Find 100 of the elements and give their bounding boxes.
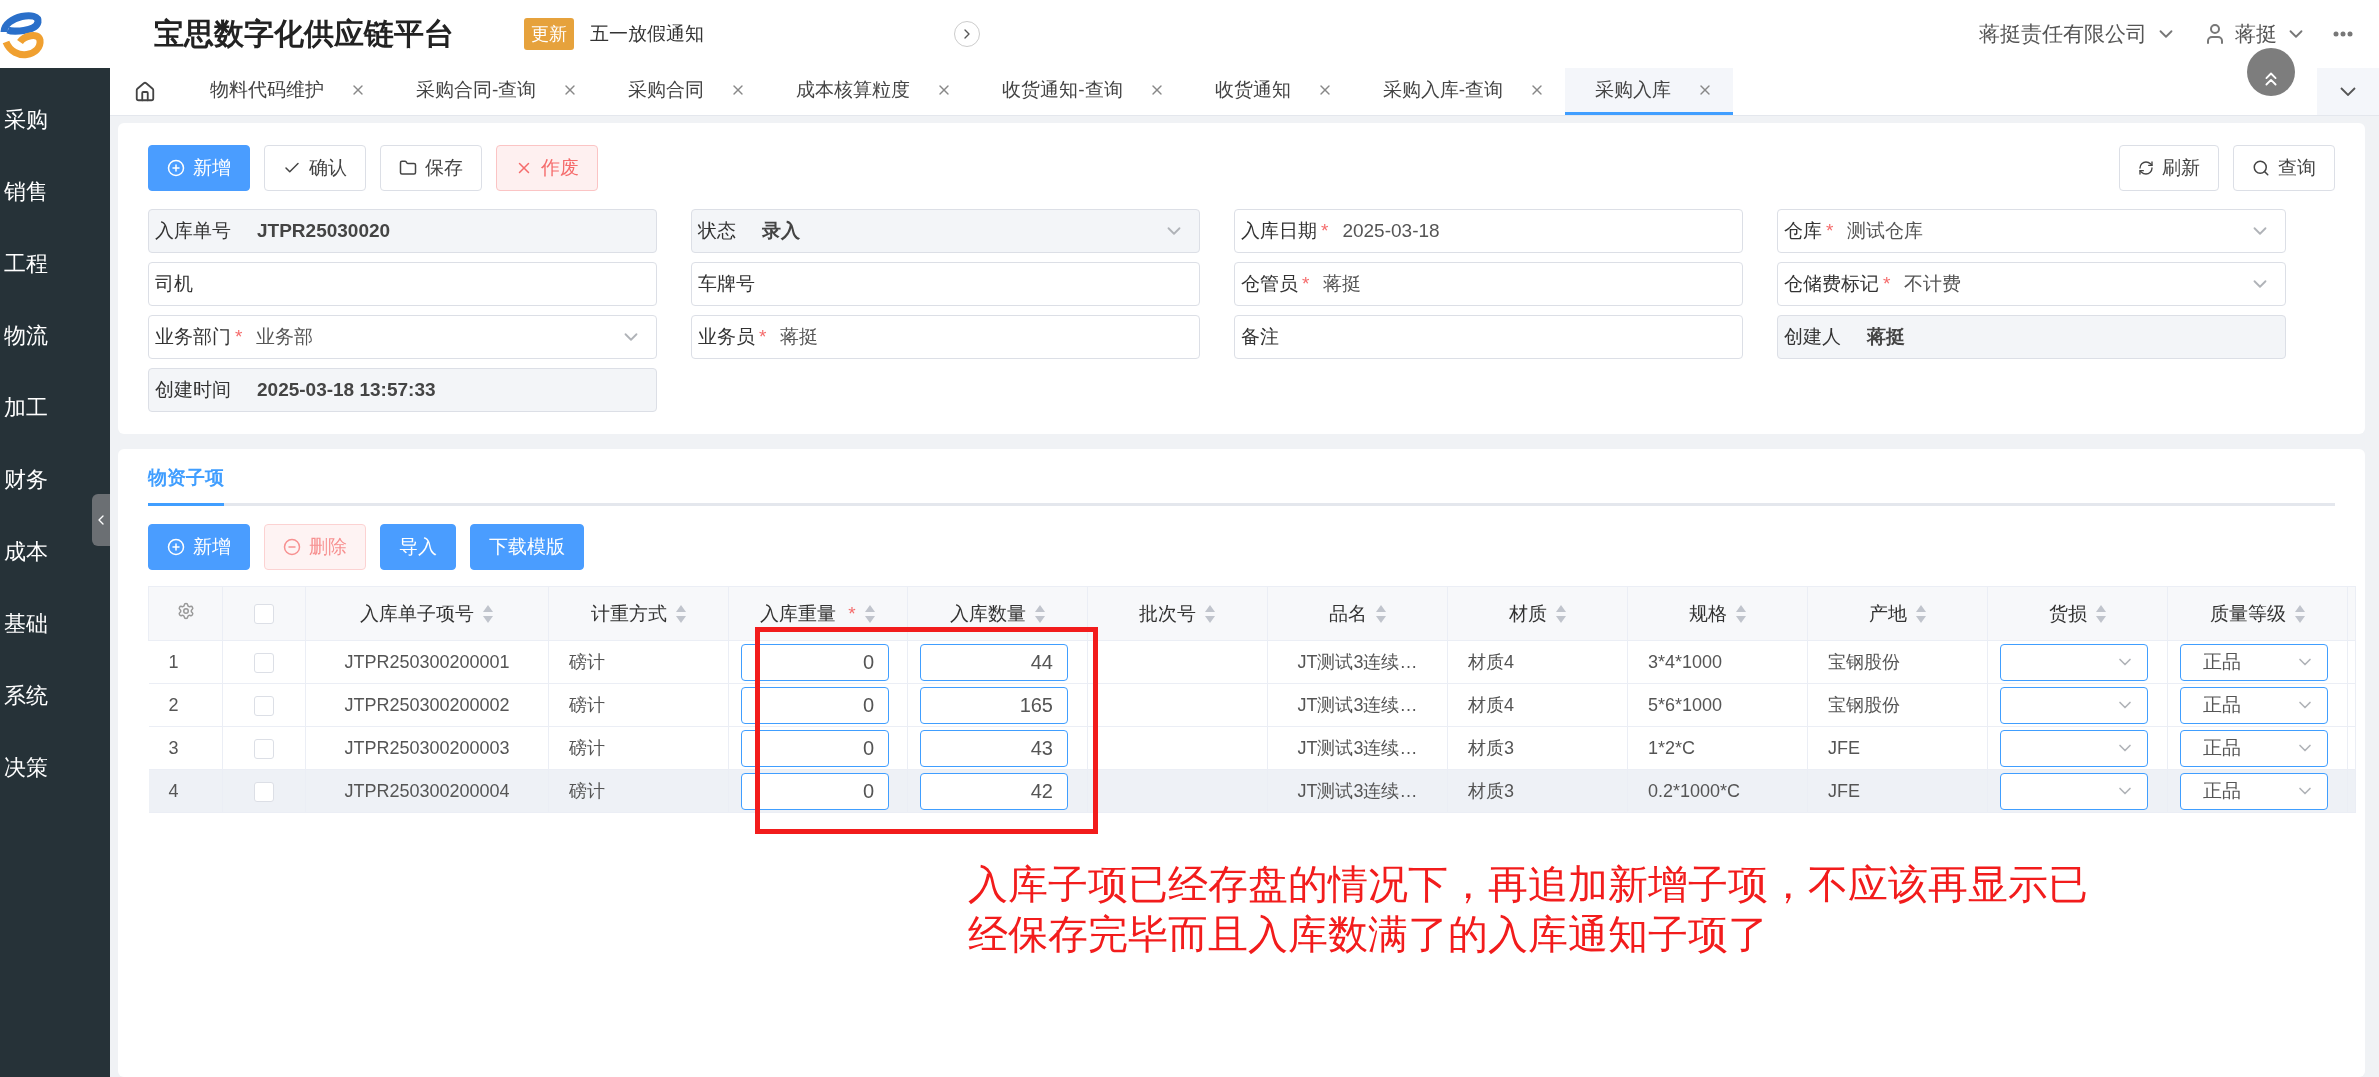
table-cell: JFE	[1828, 780, 1860, 801]
form-field[interactable]: 业务员 * 蒋挺	[691, 315, 1200, 359]
select-field[interactable]	[2000, 729, 2148, 767]
number-input[interactable]: 0	[741, 686, 889, 724]
select-field[interactable]: 正品	[2180, 729, 2328, 767]
table-cell: 材质3	[1468, 738, 1514, 758]
column-header: 入库单子项号	[360, 601, 474, 626]
sort-icon[interactable]	[482, 603, 494, 624]
sort-icon[interactable]	[2094, 603, 2107, 624]
select-field[interactable]: 正品	[2180, 772, 2328, 810]
checkbox[interactable]	[254, 652, 274, 673]
user-menu[interactable]: 蒋挺	[2203, 20, 2307, 48]
sidebar-item[interactable]: 财务	[0, 444, 48, 516]
table-cell: 1*2*C	[1648, 737, 1696, 758]
number-input[interactable]: 0	[741, 643, 889, 681]
sidebar-item[interactable]: 销售	[0, 156, 48, 228]
table-cell: JTPR250300200001	[344, 651, 510, 672]
table-cell: JTPR250300200002	[344, 694, 510, 715]
table-cell: 3*4*1000	[1648, 651, 1723, 672]
sort-icon[interactable]	[1204, 603, 1216, 624]
sort-icon[interactable]	[1374, 603, 1387, 624]
toolbar-button[interactable]: 刷新	[2119, 145, 2219, 191]
sidebar-item[interactable]: 物流	[0, 300, 48, 372]
number-input[interactable]: 0	[741, 772, 889, 810]
field-label: 备注	[1241, 325, 1279, 349]
number-input[interactable]: 165	[920, 686, 1068, 724]
table-row[interactable]: 1 JTPR250300200001 磅计 0 44 JT测试3连续… 材质4 3*4*1000 宝钢股份 正品	[148, 640, 2356, 684]
sidebar-item[interactable]: 系统	[0, 660, 48, 732]
sort-icon[interactable]	[1734, 603, 1747, 624]
select-field[interactable]	[2000, 772, 2148, 810]
page-tab[interactable]: 采购入库	[1565, 68, 1733, 115]
table-row[interactable]: 3 JTPR250300200003 磅计 0 43 JT测试3连续… 材质3 1*2*C JFE 正品	[148, 726, 2356, 770]
tab-dropdown-button[interactable]	[2317, 68, 2379, 115]
form-field[interactable]: 仓储费标记 * 不计费	[1777, 262, 2286, 306]
field-label: 业务员	[698, 325, 755, 349]
sidebar-item[interactable]: 基础	[0, 588, 48, 660]
sidebar-item[interactable]: 采购	[0, 84, 48, 156]
sort-icon[interactable]	[2293, 603, 2306, 624]
company-dropdown[interactable]: 蒋挺责任有限公司	[1979, 20, 2177, 48]
row-number: 3	[168, 737, 179, 758]
number-input[interactable]: 42	[920, 772, 1068, 810]
table-cell: 磅计	[569, 652, 605, 672]
table-cell: 5*6*1000	[1648, 694, 1723, 715]
checkbox[interactable]	[254, 781, 274, 802]
field-value: 蒋挺	[1867, 326, 1905, 347]
form-field[interactable]: 创建时间 2025-03-18 13:57:33	[148, 368, 657, 412]
sort-icon[interactable]	[1914, 603, 1927, 624]
sidebar-item[interactable]: 工程	[0, 228, 48, 300]
sort-icon[interactable]	[1554, 603, 1567, 624]
number-input[interactable]: 0	[741, 729, 889, 767]
annotation-text: 入库子项已经存盘的情况下，再追加新增子项，不应该再显示已经保存完毕而且入库数满了的入库通知子项了	[968, 861, 2089, 958]
form-field[interactable]: 车牌号	[691, 262, 1200, 306]
column-header: 入库重量	[760, 601, 837, 626]
form-field[interactable]: 司机	[148, 262, 657, 306]
table-cell: 磅计	[569, 695, 605, 715]
form-field[interactable]: 状态 录入	[691, 209, 1200, 253]
form-field[interactable]: 备注	[1234, 315, 1743, 359]
field-label: 创建时间	[155, 378, 231, 402]
sidebar-item[interactable]: 决策	[0, 732, 48, 804]
sort-icon[interactable]	[674, 603, 687, 624]
toolbar-button[interactable]: 确认	[264, 145, 366, 191]
field-label: 状态	[698, 219, 736, 243]
plus-circle-icon	[167, 159, 185, 177]
form-field[interactable]: 入库单号 JTPR25030020	[148, 209, 657, 253]
table-row[interactable]: 4 JTPR250300200004 磅计 0 42 JT测试3连续… 材质3 0.2*1000*C JFE 正品	[148, 769, 2356, 813]
number-input[interactable]: 44	[920, 643, 1068, 681]
toolbar-button[interactable]: 查询	[2233, 145, 2335, 191]
field-value: 业务部	[256, 326, 314, 347]
select-field[interactable]	[2000, 643, 2148, 681]
number-input[interactable]: 43	[920, 729, 1068, 767]
form-field[interactable]: 仓库 * 测试仓库	[1777, 209, 2286, 253]
notice-text[interactable]: 五一放假通知	[590, 21, 704, 47]
next-button[interactable]	[954, 21, 980, 47]
checkbox[interactable]	[254, 738, 274, 759]
collapse-button[interactable]	[92, 494, 110, 546]
sort-icon[interactable]	[863, 603, 876, 624]
form-field[interactable]: 仓管员 * 蒋挺	[1234, 262, 1743, 306]
sidebar-item[interactable]: 加工	[0, 372, 48, 444]
checkbox[interactable]	[254, 604, 274, 625]
chevron-down-icon	[2340, 87, 2356, 96]
select-field[interactable]: 正品	[2180, 643, 2328, 681]
row-number: 1	[168, 651, 179, 672]
form-field[interactable]: 创建人 蒋挺	[1777, 315, 2286, 359]
checkbox[interactable]	[254, 695, 274, 716]
sort-icon[interactable]	[1033, 603, 1046, 624]
folder-icon	[399, 159, 417, 177]
required-mark: *	[1321, 220, 1329, 242]
table-cell: JTPR250300200004	[344, 780, 510, 801]
sidebar-item[interactable]: 成本	[0, 516, 48, 588]
field-value: 蒋挺	[1323, 273, 1362, 294]
field-label: 司机	[155, 272, 193, 296]
more-button[interactable]	[2333, 31, 2353, 37]
settings-icon[interactable]	[176, 602, 195, 620]
select-field[interactable]: 正品	[2180, 686, 2328, 724]
form-field[interactable]: 入库日期 * 2025-03-18	[1234, 209, 1743, 253]
scroll-top-button[interactable]	[2247, 48, 2295, 96]
form-field[interactable]: 业务部门 * 业务部	[148, 315, 657, 359]
toolbar-button[interactable]: 保存	[380, 145, 482, 191]
select-field[interactable]	[2000, 686, 2148, 724]
table-row[interactable]: 2 JTPR250300200002 磅计 0 165 JT测试3连续… 材质4 5*6*1000 宝钢股份 正品	[148, 683, 2356, 727]
